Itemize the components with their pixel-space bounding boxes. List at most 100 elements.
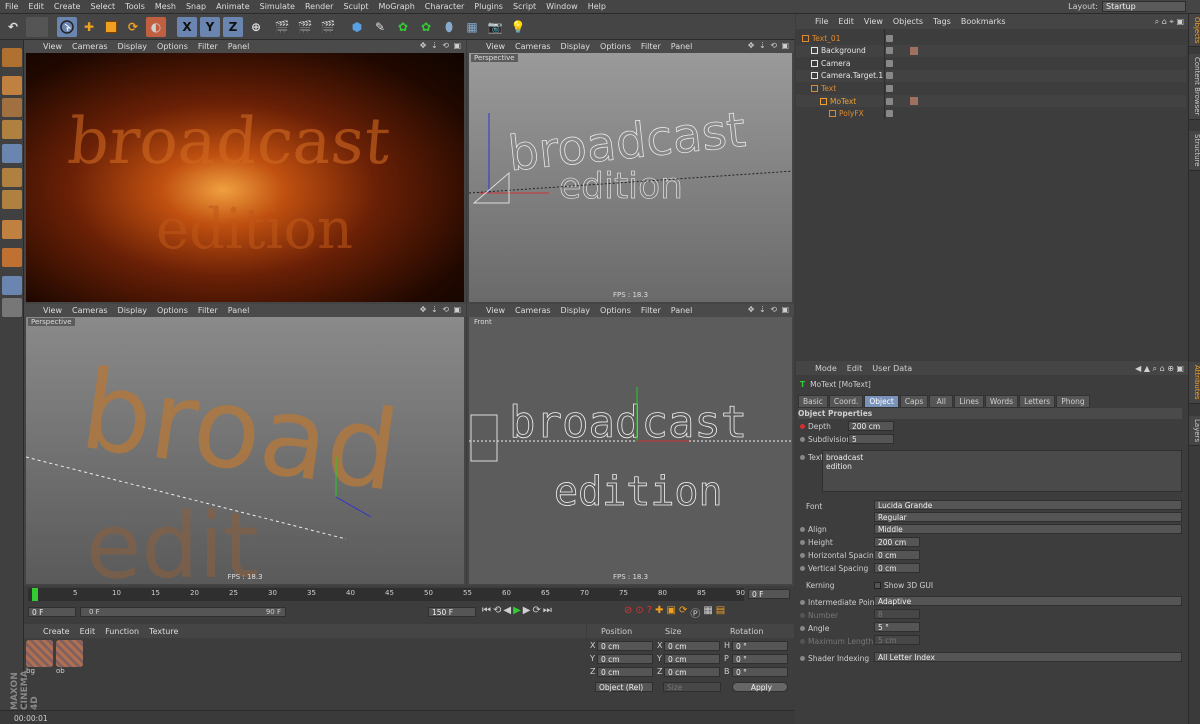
attributes-menu-user-data[interactable]: User Data [867,364,917,373]
cloner-icon[interactable]: ✿ [416,17,436,37]
viewport-menu-panel[interactable]: Panel [223,306,255,315]
range-slider[interactable]: 0 F 90 F [80,607,286,617]
move-tool-icon[interactable]: ✚ [79,17,99,37]
render-canvas[interactable]: broadcast edition [26,53,464,302]
workplane-icon[interactable] [2,298,22,317]
shader-dropdown[interactable]: All Letter Index [874,652,1182,662]
visibility-icon[interactable] [886,97,893,105]
position-field[interactable]: 0 cm [597,667,653,677]
menu-window[interactable]: Window [541,2,583,11]
tab-phong[interactable]: Phong [1056,395,1090,408]
hspacing-field[interactable]: 0 cm [874,550,920,560]
play-icon[interactable]: ▶ [513,605,521,616]
render-settings-icon[interactable]: 🎬 [318,17,338,37]
key-pla-icon[interactable]: ▦ [703,605,712,620]
end-frame-field[interactable]: 150 F [428,607,476,617]
depth-anim-dot[interactable] [800,423,805,429]
shader-anim-dot[interactable] [800,655,805,661]
layout-select[interactable]: Startup [1102,1,1186,12]
viewport-nav-icons[interactable]: ✥ ⇣ ⟲ ▣ [420,41,462,50]
align-dropdown[interactable]: Middle [874,524,1182,534]
viewport-menu-cameras[interactable]: Cameras [510,306,556,315]
objects-menu-edit[interactable]: Edit [833,17,859,26]
viewport-menu-view[interactable]: View [38,306,67,315]
viewport-menu-filter[interactable]: Filter [193,306,223,315]
axis-mode-icon[interactable] [2,220,22,239]
recent-tool-icon[interactable]: ◐ [146,17,166,37]
vspacing-anim-dot[interactable] [800,565,805,571]
material-menu-function[interactable]: Function [100,627,144,636]
object-tag-icon[interactable] [910,72,918,80]
position-field[interactable]: 0 cm [597,641,653,651]
camera-icon[interactable]: 📷 [485,17,505,37]
goto-end-icon[interactable]: ⏭ [543,605,552,616]
position-field[interactable]: 0 cm [597,654,653,664]
cube-object-icon[interactable]: ⬢ [347,17,367,37]
menu-select[interactable]: Select [85,2,120,11]
tab-all[interactable]: All [929,395,954,408]
menu-help[interactable]: Help [583,2,611,11]
y-axis-button[interactable]: Y [200,17,220,37]
key-param-icon[interactable]: Ⓟ [690,605,700,620]
size-field[interactable]: 0 cm [664,654,720,664]
menu-tools[interactable]: Tools [120,2,150,11]
workplane-mode-icon[interactable] [2,120,22,139]
start-frame-field[interactable]: 0 F [28,607,76,617]
prev-key-icon[interactable]: ⟲ [493,605,501,616]
tab-caps[interactable]: Caps [899,395,929,408]
viewport-nav-icons[interactable]: ✥ ⇣ ⟲ ▣ [748,41,790,50]
menu-create[interactable]: Create [49,2,86,11]
visibility-icon[interactable] [886,34,893,42]
magnet-icon[interactable] [2,248,22,267]
spline-pen-icon[interactable]: ✎ [370,17,390,37]
viewport-menu-options[interactable]: Options [152,42,193,51]
select-tool-icon[interactable] [57,17,77,37]
scale-tool-icon[interactable] [101,17,121,37]
subdivision-field[interactable]: 5 [848,434,894,444]
viewport-menu-options[interactable]: Options [152,306,193,315]
menu-sculpt[interactable]: Sculpt [338,2,373,11]
object-tag-icon[interactable] [910,110,918,118]
show3d-checkbox[interactable] [874,581,881,589]
menu-animate[interactable]: Animate [211,2,255,11]
object-row[interactable]: Camera [796,57,1186,69]
rotation-field[interactable]: 0 ° [732,641,788,651]
menu-plugins[interactable]: Plugins [469,2,508,11]
visibility-icon[interactable] [886,72,893,80]
menu-script[interactable]: Script [508,2,541,11]
autokey-icon[interactable]: ⊙ [635,605,643,620]
perspective-canvas[interactable]: Perspective broadcast edition FPS : 18.3 [469,53,792,302]
polygons-mode-icon[interactable] [2,190,22,209]
size-field[interactable]: 0 cm [664,641,720,651]
object-tag-icon[interactable] [910,84,918,92]
menu-render[interactable]: Render [300,2,338,11]
coordinate-system-icon[interactable]: ⊕ [246,17,266,37]
rotation-field[interactable]: 0 ° [732,654,788,664]
angle-anim-dot[interactable] [800,625,805,631]
menu-snap[interactable]: Snap [181,2,211,11]
object-row[interactable]: Text_01 [796,32,1186,44]
prev-frame-icon[interactable]: ◀ [503,605,511,616]
perspective-canvas[interactable]: Perspective broad edit FPS : 18.3 [26,317,464,584]
side-tab-attributes[interactable]: Attributes [1189,362,1200,404]
visibility-icon[interactable] [886,59,893,67]
material-swatch[interactable]: ob [56,640,83,676]
side-tab-layers[interactable]: Layers [1189,416,1200,447]
ipoints-dropdown[interactable]: Adaptive [874,596,1182,606]
viewport-menu-display[interactable]: Display [113,306,153,315]
model-mode-icon[interactable] [2,76,22,95]
depth-field[interactable]: 200 cm [848,421,894,431]
rotate-tool-icon[interactable]: ⟳ [123,17,143,37]
light-icon[interactable]: 💡 [508,17,528,37]
playhead[interactable] [32,588,38,601]
viewport-menu-filter[interactable]: Filter [636,42,666,51]
align-anim-dot[interactable] [800,526,805,532]
objects-menu-objects[interactable]: Objects [888,17,928,26]
material-menu-edit[interactable]: Edit [75,627,101,636]
viewport-menu-cameras[interactable]: Cameras [67,42,113,51]
floor-icon[interactable]: ▦ [462,17,482,37]
material-menu-create[interactable]: Create [38,627,75,636]
apply-button[interactable]: Apply [732,682,788,692]
attributes-menu-mode[interactable]: Mode [810,364,842,373]
menu-file[interactable]: File [0,2,23,11]
